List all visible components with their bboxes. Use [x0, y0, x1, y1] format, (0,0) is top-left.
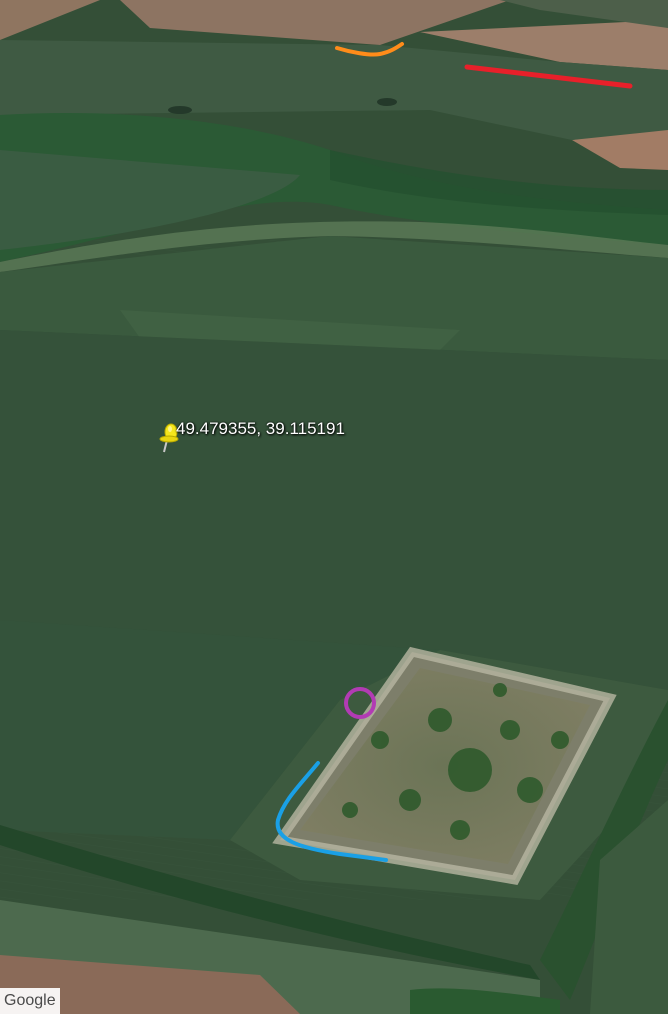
annotation-layer: [275, 42, 633, 862]
blue-curve-annotation: [275, 761, 388, 862]
placemark-coordinates-label[interactable]: 49.479355, 39.115191: [176, 419, 345, 439]
purple-circle-annotation: [344, 687, 376, 719]
satellite-map-view[interactable]: 49.479355, 39.115191 Google: [0, 0, 668, 1014]
orange-line-annotation: [335, 42, 404, 57]
red-line-annotation: [464, 64, 633, 89]
google-logo: Google: [0, 988, 60, 1014]
